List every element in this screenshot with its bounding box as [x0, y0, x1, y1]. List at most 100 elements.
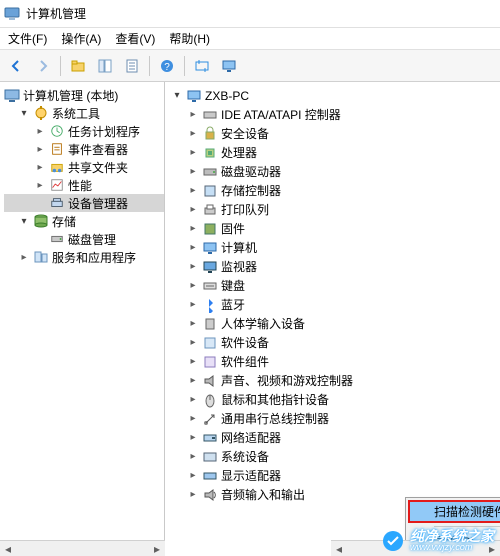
chevron-right-icon[interactable]: ▸ — [187, 470, 199, 482]
tree-device-manager[interactable]: ▸ 设备管理器 — [4, 194, 164, 212]
scroll-left-icon[interactable]: ◂ — [331, 541, 347, 556]
chevron-right-icon[interactable]: ▸ — [187, 147, 199, 159]
tree-services-apps[interactable]: ▸ 服务和应用程序 — [4, 248, 164, 266]
device-category[interactable]: ▸软件组件 — [169, 352, 500, 371]
event-viewer-icon — [49, 141, 65, 157]
menu-file[interactable]: 文件(F) — [8, 30, 47, 47]
menu-action[interactable]: 操作(A) — [61, 30, 101, 47]
device-category[interactable]: ▸ 通用串行总线控制器 — [169, 409, 500, 428]
scroll-right-icon[interactable]: ▸ — [484, 541, 500, 556]
device-category[interactable]: ▸磁盘驱动器 — [169, 162, 500, 181]
forward-button[interactable] — [31, 54, 55, 78]
chevron-right-icon[interactable]: ▸ — [18, 251, 30, 263]
device-tree-root[interactable]: ▾ ZXB-PC — [169, 86, 500, 105]
chevron-right-icon[interactable]: ▸ — [187, 356, 199, 368]
chevron-right-icon[interactable]: ▸ — [34, 179, 46, 191]
back-button[interactable] — [4, 54, 28, 78]
tree-label: 性能 — [68, 177, 92, 194]
device-category[interactable]: ▸网络适配器 — [169, 428, 500, 447]
device-category[interactable]: ▸监视器 — [169, 257, 500, 276]
refresh-button[interactable] — [190, 54, 214, 78]
scroll-left-icon[interactable]: ◂ — [0, 541, 16, 556]
chevron-right-icon[interactable]: ▸ — [187, 185, 199, 197]
device-category[interactable]: ▸ 人体学输入设备 — [169, 314, 500, 333]
device-category[interactable]: ▸ 鼠标和其他指针设备 — [169, 390, 500, 409]
device-category[interactable]: ▸IDE ATA/ATAPI 控制器 — [169, 105, 500, 124]
left-horizontal-scrollbar[interactable]: ◂ ▸ — [0, 540, 165, 556]
device-category[interactable]: ▸软件设备 — [169, 333, 500, 352]
chevron-right-icon[interactable]: ▸ — [187, 109, 199, 121]
device-category[interactable]: ▸计算机 — [169, 238, 500, 257]
window-title: 计算机管理 — [26, 5, 86, 22]
scroll-track[interactable] — [16, 543, 149, 555]
tree-event-viewer[interactable]: ▸ 事件查看器 — [4, 140, 164, 158]
device-tree[interactable]: ▾ ZXB-PC ▸IDE ATA/ATAPI 控制器▸安全设备▸处理器▸磁盘驱… — [165, 82, 500, 504]
chevron-right-icon[interactable]: ▸ — [187, 261, 199, 273]
device-category-label: 通用串行总线控制器 — [221, 410, 329, 427]
chevron-right-icon[interactable]: ▸ — [187, 375, 199, 387]
scroll-right-icon[interactable]: ▸ — [149, 541, 165, 556]
chevron-right-icon[interactable]: ▸ — [187, 451, 199, 463]
chevron-right-icon[interactable]: ▸ — [187, 280, 199, 292]
chevron-down-icon[interactable]: ▾ — [18, 215, 30, 227]
device-category[interactable]: ▸系统设备 — [169, 447, 500, 466]
cpu-icon — [202, 145, 218, 161]
show-hide-tree-button[interactable] — [93, 54, 117, 78]
device-category-label: 人体学输入设备 — [221, 315, 305, 332]
device-category[interactable]: ▸显示适配器 — [169, 466, 500, 485]
menu-view[interactable]: 查看(V) — [115, 30, 155, 47]
ctx-scan-hardware[interactable]: 扫描检测硬件改动(A) — [408, 500, 500, 523]
device-category-label: 鼠标和其他指针设备 — [221, 391, 329, 408]
device-category[interactable]: ▸存储控制器 — [169, 181, 500, 200]
ctx-item-label: 扫描检测硬件改动(A) — [434, 503, 500, 520]
menu-help[interactable]: 帮助(H) — [169, 30, 210, 47]
hid-icon — [202, 316, 218, 332]
chevron-right-icon[interactable]: ▸ — [34, 125, 46, 137]
tree-shared-folders[interactable]: ▸ 共享文件夹 — [4, 158, 164, 176]
chevron-right-icon[interactable]: ▸ — [187, 318, 199, 330]
up-button[interactable] — [66, 54, 90, 78]
tree-disk-mgmt[interactable]: ▸ 磁盘管理 — [4, 230, 164, 248]
device-category[interactable]: ▸声音、视频和游戏控制器 — [169, 371, 500, 390]
device-category[interactable]: ▸键盘 — [169, 276, 500, 295]
chevron-right-icon[interactable]: ▸ — [187, 223, 199, 235]
app-icon — [4, 6, 20, 22]
chevron-right-icon[interactable]: ▸ — [187, 413, 199, 425]
tree-label: 系统工具 — [52, 105, 100, 122]
scroll-track[interactable] — [347, 543, 484, 555]
chevron-right-icon[interactable]: ▸ — [187, 299, 199, 311]
services-apps-icon — [33, 249, 49, 265]
chevron-right-icon[interactable]: ▸ — [187, 394, 199, 406]
help-button[interactable]: ? — [155, 54, 179, 78]
chevron-right-icon[interactable]: ▸ — [34, 143, 46, 155]
chevron-right-icon[interactable]: ▸ — [187, 242, 199, 254]
tree-task-scheduler[interactable]: ▸ 任务计划程序 — [4, 122, 164, 140]
device-category[interactable]: ▸打印队列 — [169, 200, 500, 219]
chevron-down-icon[interactable]: ▾ — [171, 90, 183, 102]
properties-button[interactable] — [120, 54, 144, 78]
device-category[interactable]: ▸处理器 — [169, 143, 500, 162]
computer-icon — [202, 240, 218, 256]
chevron-right-icon[interactable]: ▸ — [187, 337, 199, 349]
chevron-right-icon[interactable]: ▸ — [187, 204, 199, 216]
device-category[interactable]: ▸蓝牙 — [169, 295, 500, 314]
right-horizontal-scrollbar[interactable]: ◂ ▸ — [331, 540, 500, 556]
tree-performance[interactable]: ▸ 性能 — [4, 176, 164, 194]
bluetooth-icon — [202, 297, 218, 313]
device-category[interactable]: ▸安全设备 — [169, 124, 500, 143]
monitor-button[interactable] — [217, 54, 241, 78]
tree-system-tools[interactable]: ▾ 系统工具 — [4, 104, 164, 122]
chevron-right-icon[interactable]: ▸ — [187, 128, 199, 140]
device-category[interactable]: ▸固件 — [169, 219, 500, 238]
chevron-right-icon[interactable]: ▸ — [34, 161, 46, 173]
chevron-down-icon[interactable]: ▾ — [18, 107, 30, 119]
toolbar-separator — [60, 56, 61, 76]
left-pane: 计算机管理 (本地) ▾ 系统工具 ▸ 任务计划程序 ▸ — [0, 82, 165, 556]
tree-root[interactable]: 计算机管理 (本地) — [4, 86, 164, 104]
chevron-right-icon[interactable]: ▸ — [187, 166, 199, 178]
display-adapter — [202, 468, 218, 484]
chevron-right-icon[interactable]: ▸ — [187, 432, 199, 444]
chevron-right-icon[interactable]: ▸ — [187, 489, 199, 501]
tree-storage[interactable]: ▾ 存储 — [4, 212, 164, 230]
mmc-tree[interactable]: 计算机管理 (本地) ▾ 系统工具 ▸ 任务计划程序 ▸ — [0, 82, 164, 266]
